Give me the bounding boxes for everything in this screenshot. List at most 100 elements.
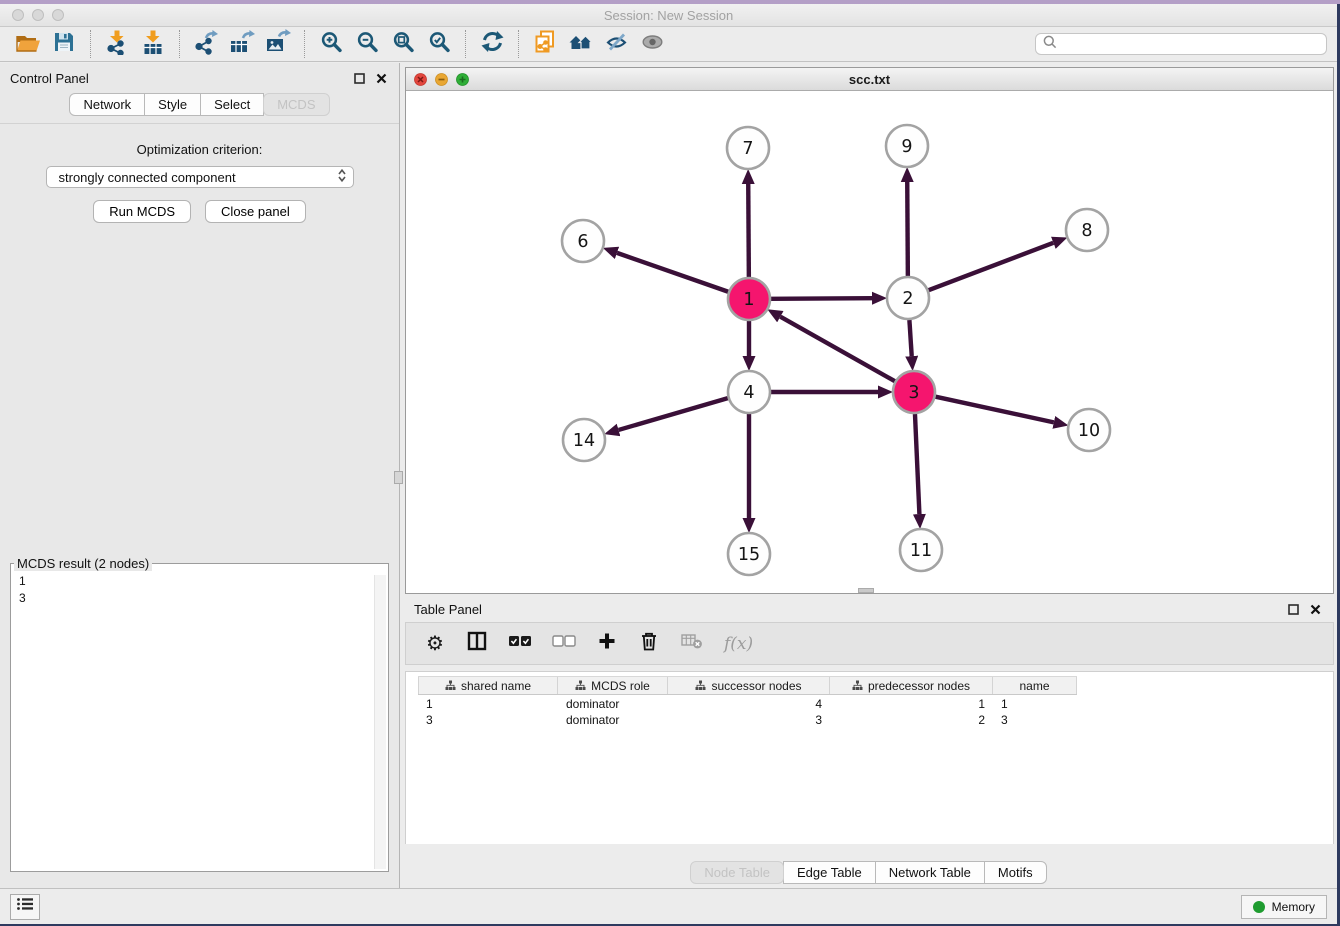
control-panel: Control Panel NetworkStyleSelectMCDS Opt… <box>0 63 400 888</box>
graph-node-label-15: 15 <box>738 545 760 565</box>
table-body: 1dominator4113dominator323 <box>418 696 1333 728</box>
table-mode-button[interactable] <box>466 632 488 656</box>
open-folder-icon <box>15 30 41 59</box>
graph-edge-3-1[interactable] <box>780 317 894 382</box>
tab-edge-table[interactable]: Edge Table <box>783 861 876 884</box>
tab-style[interactable]: Style <box>144 93 201 116</box>
column-type-icon <box>575 680 586 691</box>
graph-edge-3-10[interactable] <box>935 397 1053 423</box>
function-builder-button[interactable]: f(x) <box>724 632 753 656</box>
network-graph: 7968124314101511 <box>406 91 1333 593</box>
graph-edge-2-9[interactable] <box>907 182 908 276</box>
panel-splitter-grip[interactable] <box>394 471 403 484</box>
tab-mcds[interactable]: MCDS <box>263 93 329 116</box>
import-network-button[interactable] <box>99 29 135 59</box>
toolbar-separator <box>90 30 91 58</box>
column-header-label: successor nodes <box>711 679 801 693</box>
export-table-button[interactable] <box>224 29 260 59</box>
search-input[interactable] <box>1062 36 1320 52</box>
control-panel-close-button[interactable] <box>373 70 389 86</box>
table-panel-title: Table Panel <box>414 602 482 617</box>
memory-status-dot <box>1253 901 1265 913</box>
graph-edge-1-7[interactable] <box>748 184 749 277</box>
os-titlebar: Session: New Session <box>0 4 1337 27</box>
control-panel-float-button[interactable] <box>351 70 367 86</box>
table-cell: 1 <box>993 697 1077 711</box>
zoom-in-icon <box>319 30 343 59</box>
tab-motifs[interactable]: Motifs <box>984 861 1047 884</box>
clone-network-icon <box>532 29 558 60</box>
memory-label: Memory <box>1272 900 1315 914</box>
first-neighbors-button[interactable] <box>563 29 599 59</box>
application-window: Session: New Session Control <box>0 4 1337 924</box>
graph-node-label-10: 10 <box>1078 421 1100 441</box>
table-tabs: Node TableEdge TableNetwork TableMotifs <box>690 861 1046 884</box>
graph-edge-1-2[interactable] <box>771 298 872 299</box>
table-cell: 1 <box>830 697 993 711</box>
zoom-in-button[interactable] <box>313 29 349 59</box>
toolbar-separator <box>179 30 180 58</box>
network-window-titlebar[interactable]: scc.txt <box>406 68 1333 91</box>
zoom-selected-button[interactable] <box>421 29 457 59</box>
task-history-button[interactable] <box>10 894 40 920</box>
column-header-shared-name[interactable]: shared name <box>418 677 558 694</box>
table-row[interactable]: 3dominator323 <box>418 712 1333 728</box>
memory-button[interactable]: Memory <box>1241 895 1327 919</box>
delete-table-icon <box>680 631 704 656</box>
control-panel-tabs: NetworkStyleSelectMCDS <box>0 93 399 116</box>
open-file-button[interactable] <box>10 29 46 59</box>
graph-edge-2-3[interactable] <box>909 320 911 356</box>
mcds-result-scrollbar[interactable] <box>374 575 386 869</box>
table-panel-close-button[interactable] <box>1307 601 1323 617</box>
toolbar-separator <box>465 30 466 58</box>
table-panel-float-button[interactable] <box>1285 601 1301 617</box>
zoom-out-button[interactable] <box>349 29 385 59</box>
hide-selected-button[interactable] <box>599 29 635 59</box>
export-network-button[interactable] <box>188 29 224 59</box>
mcds-result-line: 3 <box>19 590 380 607</box>
column-header-label: MCDS role <box>591 679 650 693</box>
refresh-layout-button[interactable] <box>474 29 510 59</box>
column-header-mcds-role[interactable]: MCDS role <box>558 677 668 694</box>
unchecked-boxes-icon <box>552 634 576 653</box>
table-settings-button[interactable]: ⚙ <box>424 632 446 656</box>
tab-select[interactable]: Select <box>200 93 264 116</box>
optimization-criterion-label: Optimization criterion: <box>0 142 399 157</box>
show-all-button[interactable] <box>635 29 671 59</box>
refresh-icon <box>480 29 505 59</box>
graph-edge-3-11[interactable] <box>915 414 919 514</box>
zoom-selected-icon <box>427 30 451 59</box>
tab-network[interactable]: Network <box>69 93 145 116</box>
export-image-button[interactable] <box>260 29 296 59</box>
zoom-fit-button[interactable] <box>385 29 421 59</box>
delete-selected-button[interactable] <box>638 632 660 656</box>
clone-network-button[interactable] <box>527 29 563 59</box>
network-canvas[interactable]: 7968124314101511 <box>406 91 1333 593</box>
table-cell: 3 <box>668 713 830 727</box>
delete-table-button[interactable] <box>680 632 704 656</box>
table-row[interactable]: 1dominator411 <box>418 696 1333 712</box>
column-header-label: name <box>1019 679 1049 693</box>
run-mcds-button[interactable]: Run MCDS <box>93 200 191 223</box>
column-header-predecessor-nodes[interactable]: predecessor nodes <box>830 677 993 694</box>
deselect-all-button[interactable] <box>552 632 576 656</box>
add-column-button[interactable] <box>596 632 618 656</box>
save-session-button[interactable] <box>46 29 82 59</box>
graph-edge-4-14[interactable] <box>619 398 728 430</box>
select-all-button[interactable] <box>508 632 532 656</box>
mcds-panel: Optimization criterion: strongly connect… <box>0 123 399 888</box>
column-header-name[interactable]: name <box>993 677 1077 694</box>
column-type-icon <box>852 680 863 691</box>
graph-edge-2-8[interactable] <box>929 243 1054 290</box>
tab-node-table[interactable]: Node Table <box>690 861 784 884</box>
criterion-dropdown[interactable]: strongly connected component <box>46 166 354 188</box>
close-panel-button[interactable]: Close panel <box>205 200 306 223</box>
table-toolbar: ⚙ f(x) <box>405 622 1334 665</box>
graph-edge-1-6[interactable] <box>617 253 728 292</box>
search-box[interactable] <box>1035 33 1327 55</box>
network-splitter-grip[interactable] <box>858 588 874 593</box>
import-table-button[interactable] <box>135 29 171 59</box>
tab-network-table[interactable]: Network Table <box>875 861 985 884</box>
eye-icon <box>641 31 665 58</box>
column-header-successor-nodes[interactable]: successor nodes <box>668 677 830 694</box>
